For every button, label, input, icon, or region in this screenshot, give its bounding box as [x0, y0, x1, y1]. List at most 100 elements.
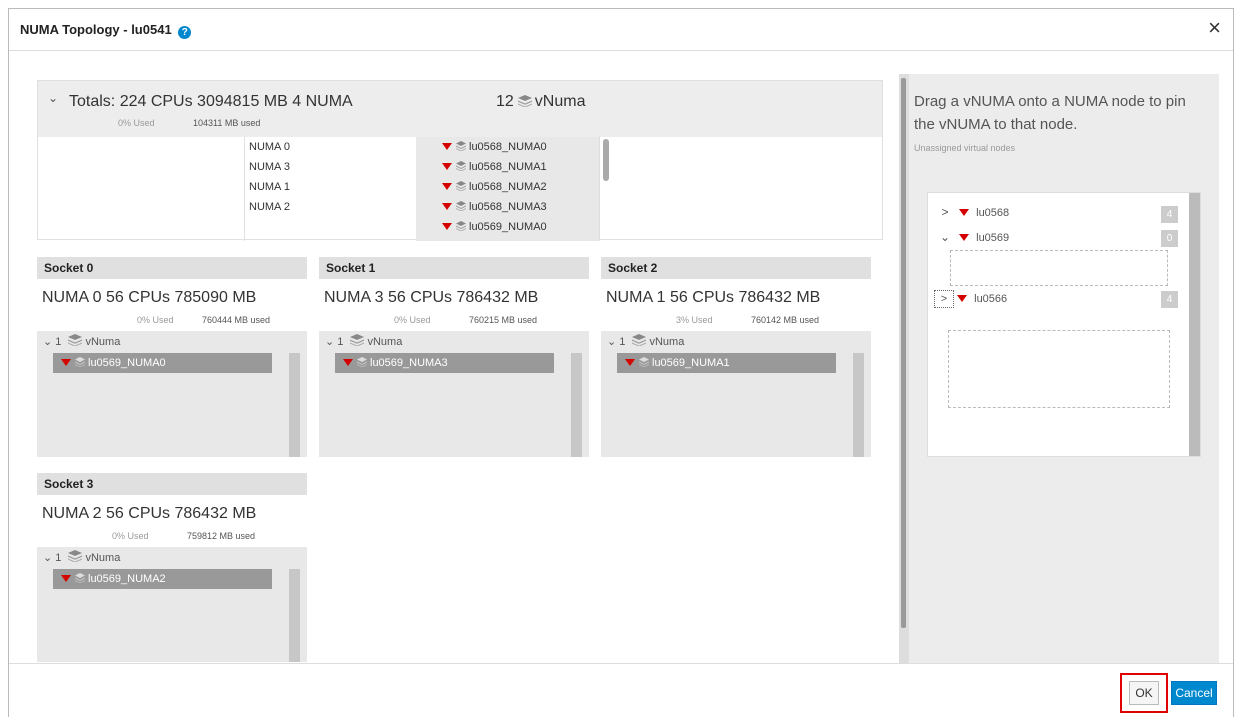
vnuma-list-scrollbar[interactable] [603, 139, 609, 181]
vnuma-name: lu0568_NUMA1 [469, 161, 547, 173]
layers-icon [456, 218, 466, 232]
numa-list: NUMA 0 NUMA 3 NUMA 1 NUMA 2 [244, 137, 416, 241]
chevron-right-icon[interactable]: > [934, 290, 954, 308]
totals-used-mb: 104311 MB used [193, 118, 261, 128]
unpinned-marker-icon [625, 359, 635, 366]
vm-name: lu0566 [974, 293, 1008, 305]
vnuma-list-item[interactable]: lu0568_NUMA2 [416, 177, 599, 197]
vm-name: lu0569 [976, 232, 1010, 244]
chevron-down-icon[interactable]: ⌄ [934, 230, 956, 244]
socket-info[interactable]: NUMA 2 56 CPUs 786432 MB 0% Used 759812 … [37, 495, 307, 547]
cancel-button[interactable]: Cancel [1171, 681, 1217, 705]
socket-info[interactable]: NUMA 3 56 CPUs 786432 MB 0% Used 760215 … [319, 279, 589, 331]
totals-used-pct: 0% Used [118, 118, 155, 128]
socket-used-mb: 760444 MB used [202, 315, 271, 325]
vnuma-name: lu0568_NUMA2 [469, 181, 547, 193]
unassigned-panel: Drag a vNUMA onto a NUMA node to pin the… [909, 74, 1219, 663]
chevron-down-icon: ⌄ [607, 336, 617, 348]
vm-node[interactable]: > lu0566 [934, 290, 1007, 308]
layers-icon [456, 138, 466, 152]
socket-vnuma-group[interactable]: ⌄ 1 vNuma [607, 334, 684, 348]
totals-vnuma: 12 vNuma [496, 93, 585, 111]
numa-list-item[interactable]: NUMA 1 [245, 177, 416, 197]
socket-numa-title: NUMA 0 56 CPUs 785090 MB [42, 289, 257, 306]
numa-topology-dialog: NUMA Topology - lu0541 ? × ⌄ Totals: 224… [8, 8, 1234, 717]
socket-used-pct: 0% Used [112, 531, 149, 541]
drag-instruction: Drag a vNUMA onto a NUMA node to pin the… [914, 93, 1186, 133]
pinned-vnuma-item[interactable]: lu0569_NUMA2 [53, 569, 272, 589]
numa-list-item[interactable]: NUMA 2 [245, 197, 416, 217]
vm-node[interactable]: ⌄ lu0569 [934, 230, 1009, 244]
chevron-right-icon[interactable]: > [934, 205, 956, 219]
unpinned-marker-icon [442, 183, 452, 190]
vnuma-drop-zone[interactable] [950, 250, 1168, 286]
numa-list-item[interactable]: NUMA 3 [245, 157, 416, 177]
socket-scrollbar[interactable] [853, 353, 864, 457]
vm-vnuma-count-badge: 4 [1161, 206, 1178, 223]
unpinned-marker-icon [61, 575, 71, 582]
vnuma-list-item[interactable]: lu0568_NUMA0 [416, 137, 599, 157]
vnuma-name: lu0569_NUMA2 [88, 573, 166, 585]
vnuma-list: lu0568_NUMA0 lu0568_NUMA1 lu0568_NUMA2 l… [416, 137, 600, 241]
unpinned-marker-icon [442, 143, 452, 150]
vnuma-list-item[interactable]: lu0568_NUMA3 [416, 197, 599, 217]
vnuma-group-label: vNuma [649, 336, 685, 348]
layers-icon [456, 158, 466, 172]
socket-panel: Socket 1 NUMA 3 56 CPUs 786432 MB 0% Use… [319, 257, 589, 457]
vnuma-count: 1 [55, 552, 62, 564]
unpinned-marker-icon [442, 163, 452, 170]
pinned-vnuma-item[interactable]: lu0569_NUMA0 [53, 353, 272, 373]
vnuma-list-item[interactable]: lu0568_NUMA1 [416, 157, 599, 177]
pinned-vnuma-item[interactable]: lu0569_NUMA1 [617, 353, 836, 373]
socket-vnuma-group[interactable]: ⌄ 1 vNuma [325, 334, 402, 348]
question-circle-icon[interactable]: ? [178, 26, 192, 39]
vnuma-drop-zone[interactable] [948, 330, 1170, 408]
ok-button[interactable]: OK [1129, 681, 1159, 705]
socket-used-mb: 760142 MB used [751, 315, 820, 325]
unpinned-marker-icon [957, 295, 968, 302]
divider-scrollbar[interactable] [901, 78, 906, 628]
socket-info[interactable]: NUMA 0 56 CPUs 785090 MB 0% Used 760444 … [37, 279, 307, 331]
layers-icon [75, 357, 88, 369]
vnuma-name: lu0568_NUMA3 [469, 201, 547, 213]
vnuma-count: 1 [337, 336, 344, 348]
dialog-title: NUMA Topology - lu0541 ? [20, 22, 192, 39]
socket-header: Socket 3 [37, 473, 307, 495]
vnuma-name: lu0569_NUMA0 [88, 357, 166, 369]
pinned-vnuma-item[interactable]: lu0569_NUMA3 [335, 353, 554, 373]
socket-scrollbar[interactable] [289, 569, 300, 662]
unassigned-label: Unassigned virtual nodes [914, 143, 1016, 153]
unpinned-marker-icon [959, 234, 970, 241]
dialog-footer: OK Cancel [9, 663, 1233, 718]
socket-used-pct: 0% Used [394, 315, 431, 325]
tree-scrollbar[interactable] [1189, 193, 1200, 456]
vnuma-list-item[interactable]: lu0569_NUMA0 [416, 217, 599, 237]
chevron-down-icon: ⌄ [43, 336, 53, 348]
socket-info[interactable]: NUMA 1 56 CPUs 786432 MB 3% Used 760142 … [601, 279, 871, 331]
socket-scrollbar[interactable] [289, 353, 300, 457]
totals-vnuma-text: 12 vNuma [496, 93, 586, 110]
socket-used-mb: 760215 MB used [469, 315, 538, 325]
socket-panel: Socket 2 NUMA 1 56 CPUs 786432 MB 3% Use… [601, 257, 871, 457]
vnuma-name: lu0568_NUMA0 [469, 141, 547, 153]
socket-panel: Socket 0 NUMA 0 56 CPUs 785090 MB 0% Use… [37, 257, 307, 457]
panel-divider[interactable] [899, 74, 909, 663]
chevron-down-icon[interactable]: ⌄ [48, 91, 58, 105]
socket-scrollbar[interactable] [571, 353, 582, 457]
totals-header: ⌄ Totals: 224 CPUs 3094815 MB 4 NUMA 12 v… [38, 81, 882, 137]
socket-vnuma-group[interactable]: ⌄ 1 vNuma [43, 334, 120, 348]
unpinned-marker-icon [959, 209, 970, 216]
unpinned-marker-icon [442, 223, 452, 230]
vnuma-name: lu0569_NUMA1 [652, 357, 730, 369]
vm-node[interactable]: > lu0568 [934, 205, 1009, 219]
vnuma-name: lu0569_NUMA3 [370, 357, 448, 369]
vm-vnuma-count-badge: 0 [1161, 230, 1178, 247]
layers-icon [628, 334, 649, 348]
vnuma-count: 1 [619, 336, 626, 348]
vnuma-group-label: vNuma [85, 336, 121, 348]
close-button[interactable]: × [1208, 17, 1221, 39]
layers-icon [357, 357, 370, 369]
socket-vnuma-group[interactable]: ⌄ 1 vNuma [43, 550, 120, 564]
socket-header: Socket 0 [37, 257, 307, 279]
numa-list-item[interactable]: NUMA 0 [245, 137, 416, 157]
